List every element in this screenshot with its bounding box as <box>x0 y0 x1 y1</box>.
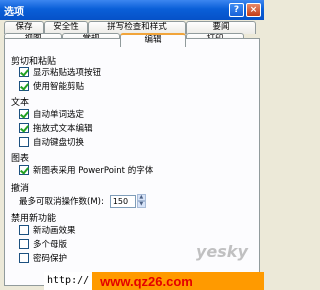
option-multiple-masters[interactable]: 多个母版 <box>19 238 67 250</box>
section-text: 文本 <box>11 98 30 108</box>
close-button[interactable]: × <box>246 3 261 17</box>
checkbox-multiple-masters[interactable] <box>19 239 29 249</box>
option-new-animation[interactable]: 新动画效果 <box>19 224 76 236</box>
help-button[interactable]: ? <box>229 3 244 17</box>
url-banner: http:// www.qz26.com <box>44 272 264 290</box>
checkbox-new-animation[interactable] <box>19 225 29 235</box>
title-bar: 选项 ? × <box>0 0 264 20</box>
stepper-down-icon[interactable]: ▼ <box>136 201 146 208</box>
watermark: yesky <box>196 242 248 261</box>
option-chart-font[interactable]: 新图表采用 PowerPoint 的字体 <box>19 164 153 176</box>
label-smart-cut: 使用智能剪贴 <box>33 82 85 92</box>
checkbox-chart-font[interactable] <box>19 165 29 175</box>
stepper-arrows: ▲ ▼ <box>136 194 146 208</box>
option-drag-drop-edit[interactable]: 拖放式文本编辑 <box>19 122 93 134</box>
label-new-animation: 新动画效果 <box>33 226 76 236</box>
url-site: www.qz26.com <box>100 273 193 289</box>
label-auto-keyboard: 自动键盘切换 <box>33 138 85 148</box>
label-multiple-masters: 多个母版 <box>33 240 68 250</box>
label-max-undo: 最多可取消操作数(M): <box>19 197 104 207</box>
checkbox-password-protect[interactable] <box>19 253 29 263</box>
section-chart: 图表 <box>11 154 30 164</box>
stepper-up-icon[interactable]: ▲ <box>136 194 146 201</box>
label-drag-drop-edit: 拖放式文本编辑 <box>33 124 93 134</box>
section-undo: 撤消 <box>11 184 30 194</box>
option-password-protect[interactable]: 密码保护 <box>19 252 67 264</box>
tab-edit[interactable]: 编辑 <box>120 33 186 47</box>
option-smart-cut[interactable]: 使用智能剪贴 <box>19 80 84 92</box>
checkbox-show-paste-button[interactable] <box>19 67 29 77</box>
label-chart-font: 新图表采用 PowerPoint 的字体 <box>33 166 154 176</box>
checkbox-drag-drop-edit[interactable] <box>19 123 29 133</box>
window-title: 选项 <box>4 6 24 18</box>
checkbox-smart-cut[interactable] <box>19 81 29 91</box>
option-auto-word-select[interactable]: 自动单词选定 <box>19 108 84 120</box>
label-password-protect: 密码保护 <box>33 254 68 264</box>
option-show-paste-button[interactable]: 显示粘贴选项按钮 <box>19 66 101 78</box>
max-undo-stepper[interactable]: 150 ▲ ▼ <box>109 194 146 208</box>
title-buttons: ? × <box>229 3 261 17</box>
checkbox-auto-word-select[interactable] <box>19 109 29 119</box>
checkbox-auto-keyboard[interactable] <box>19 137 29 147</box>
label-show-paste-button: 显示粘贴选项按钮 <box>33 68 102 78</box>
section-disable-features: 禁用新功能 <box>11 214 57 224</box>
label-auto-word-select: 自动单词选定 <box>33 110 85 120</box>
option-auto-keyboard[interactable]: 自动键盘切换 <box>19 136 84 148</box>
max-undo-input[interactable]: 150 <box>109 194 136 208</box>
url-prefix: http:// <box>44 272 93 290</box>
option-max-undo: 最多可取消操作数(M): 150 ▲ ▼ <box>19 194 146 208</box>
